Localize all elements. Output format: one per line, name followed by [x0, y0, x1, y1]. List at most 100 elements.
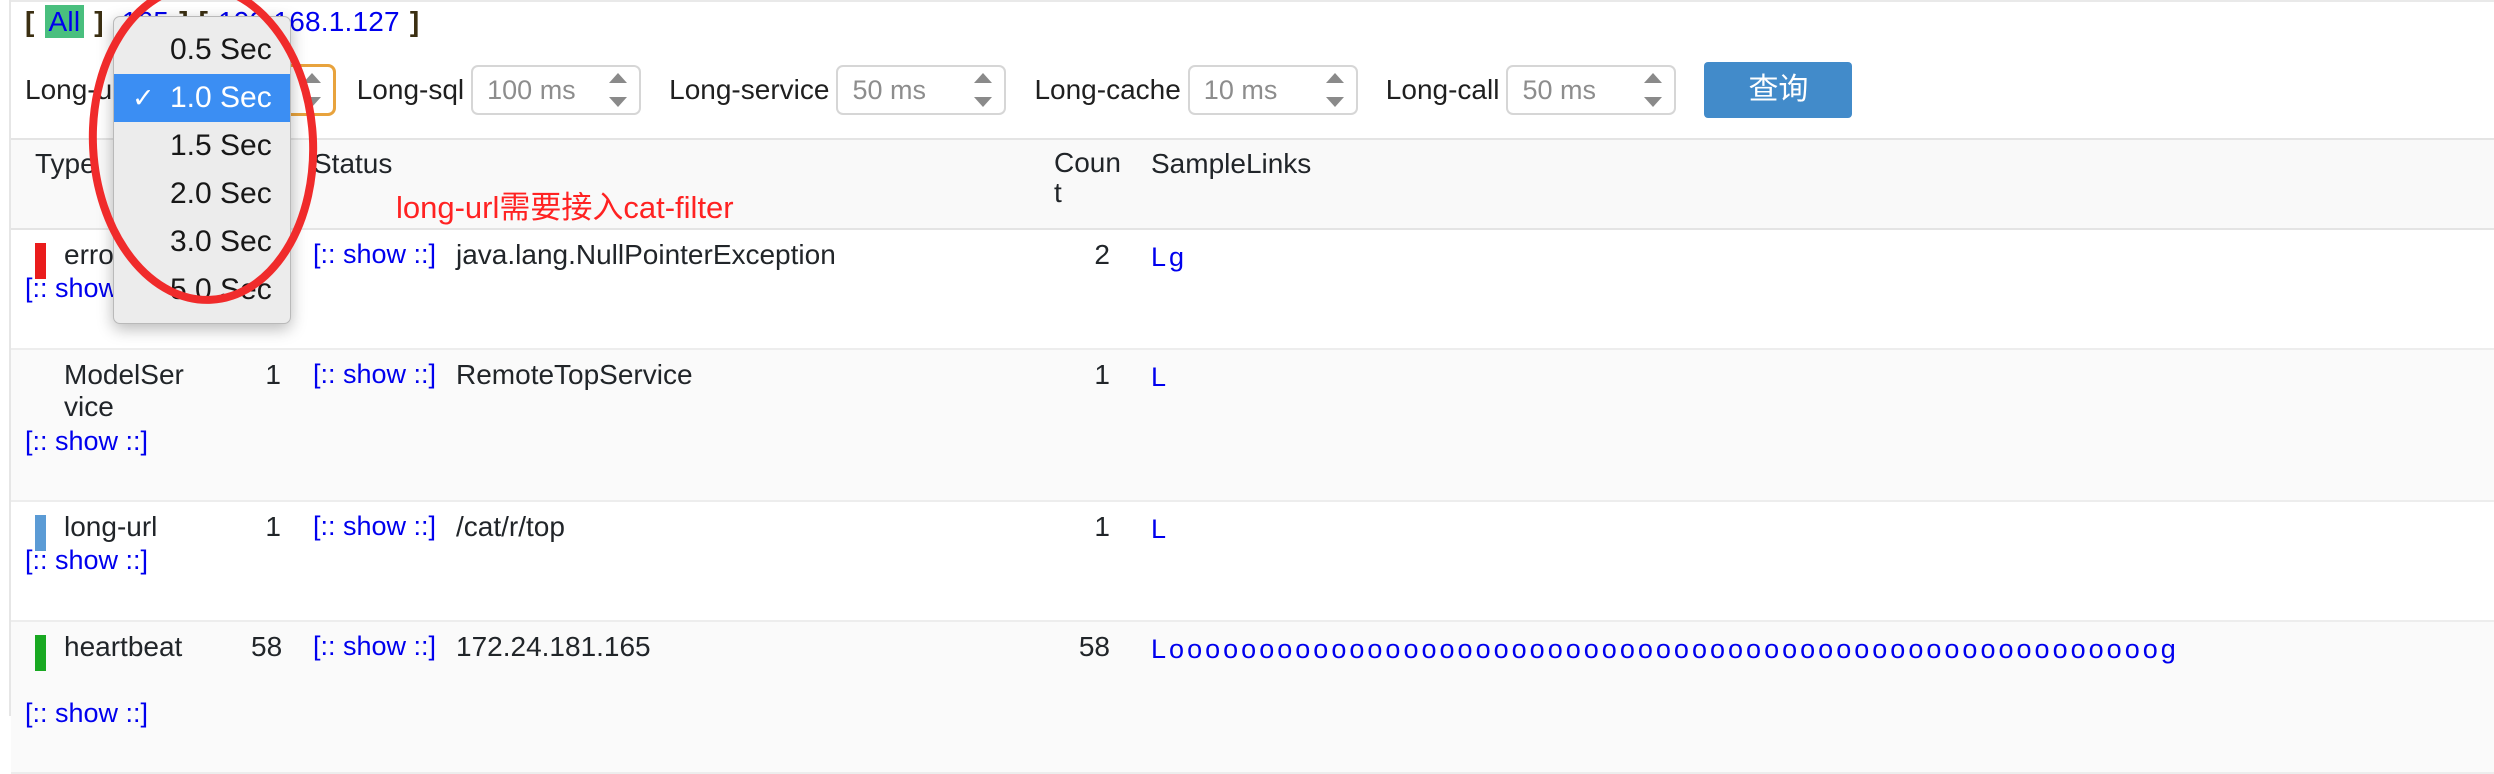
long-sql-spinner-icon[interactable] — [609, 73, 628, 107]
sample-link[interactable]: o — [1962, 634, 1977, 664]
sample-link[interactable]: o — [1512, 634, 1527, 664]
long-service-stepper[interactable]: 50 ms — [836, 65, 1007, 115]
sample-link[interactable]: o — [1223, 634, 1238, 664]
sample-link[interactable]: o — [1980, 634, 1995, 664]
sample-link[interactable]: o — [1566, 634, 1581, 664]
long-cache-stepper[interactable]: 10 ms — [1187, 65, 1358, 115]
long-cache-spinner-icon[interactable] — [1325, 73, 1344, 107]
sample-link[interactable]: o — [1313, 634, 1328, 664]
sample-link[interactable]: o — [2071, 634, 2086, 664]
sample-link[interactable]: o — [1998, 634, 2013, 664]
sample-link[interactable]: o — [1746, 634, 1761, 664]
sample-link[interactable]: o — [1800, 634, 1815, 664]
sample-link[interactable]: o — [1854, 634, 1869, 664]
dropdown-option-1[interactable]: 1.0 Sec — [114, 74, 290, 122]
app-root: [All].165][192.168.1.127] Long-url 1.0 S… — [0, 0, 2494, 774]
sample-link[interactable]: o — [1331, 634, 1346, 664]
long-service-spinner-icon[interactable] — [974, 73, 993, 107]
sample-link[interactable]: o — [2017, 634, 2032, 664]
sample-link[interactable]: o — [1494, 634, 1509, 664]
long-url-spinner-icon[interactable] — [302, 73, 321, 107]
long-sql-stepper[interactable]: 100 ms — [471, 65, 642, 115]
table-row[interactable]: heartbeat 58 [:: show ::] [:: show ::] 172.2… — [11, 622, 2494, 774]
sample-link[interactable]: g — [1169, 242, 1184, 272]
long-call-stepper[interactable]: 50 ms — [1506, 65, 1677, 115]
sample-link[interactable]: o — [2107, 634, 2122, 664]
header-status[interactable]: Status — [313, 148, 392, 180]
show-detail-link[interactable]: [:: show ::] — [313, 511, 436, 542]
sample-link[interactable]: o — [1818, 634, 1833, 664]
sample-link[interactable]: o — [2035, 634, 2050, 664]
sample-link[interactable]: L — [1151, 514, 1166, 544]
sample-link[interactable]: o — [1944, 634, 1959, 664]
type-cell: heartbeat 58 [:: show ::] — [11, 622, 305, 772]
sample-link[interactable]: o — [1872, 634, 1887, 664]
sample-link[interactable]: o — [1602, 634, 1617, 664]
dropdown-option-4[interactable]: 3.0 Sec — [114, 218, 290, 266]
sample-link[interactable]: o — [1764, 634, 1779, 664]
sample-link[interactable]: o — [2089, 634, 2104, 664]
show-detail-link-below[interactable]: [:: show ::] — [25, 426, 148, 457]
sample-link[interactable]: o — [1926, 634, 1941, 664]
dropdown-option-3[interactable]: 2.0 Sec — [114, 170, 290, 218]
sample-link[interactable]: o — [1548, 634, 1563, 664]
long-sql-label: Long-sql — [356, 74, 465, 105]
show-detail-link-below[interactable]: [:: show ::] — [25, 698, 148, 729]
sample-link[interactable]: o — [1656, 634, 1671, 664]
table-row[interactable]: long-url 1 [:: show ::] [:: show ::]/cat/r/… — [11, 502, 2494, 622]
show-detail-link[interactable]: [:: show ::] — [313, 359, 436, 390]
sample-link[interactable]: o — [1638, 634, 1653, 664]
sample-link[interactable]: o — [1584, 634, 1599, 664]
sample-link[interactable]: o — [2143, 634, 2158, 664]
sample-link[interactable]: o — [1458, 634, 1473, 664]
dropdown-option-5[interactable]: 5.0 Sec — [114, 266, 290, 314]
host-filter-all[interactable]: All — [44, 5, 85, 38]
sample-link[interactable]: o — [1620, 634, 1635, 664]
sample-link[interactable]: o — [1782, 634, 1797, 664]
sample-link[interactable]: o — [2053, 634, 2068, 664]
sample-link[interactable]: o — [1836, 634, 1851, 664]
sample-link[interactable]: o — [1295, 634, 1310, 664]
header-type[interactable]: Type — [35, 148, 96, 180]
table-row[interactable]: ModelService 1 [:: show ::] [:: show ::] Rem… — [11, 350, 2494, 502]
table-row[interactable]: error2[:: show ::][:: show ::]java.lang.… — [11, 230, 2494, 350]
show-detail-link[interactable]: [:: show ::] — [313, 631, 436, 662]
show-detail-link[interactable]: [:: show ::] — [313, 239, 436, 270]
sample-link[interactable]: o — [1169, 634, 1184, 664]
type-name: long-url — [64, 511, 158, 542]
sample-link[interactable]: o — [1530, 634, 1545, 664]
sample-link[interactable]: o — [1367, 634, 1382, 664]
sample-link[interactable]: o — [1259, 634, 1274, 664]
long-call-spinner-icon[interactable] — [1644, 73, 1663, 107]
query-button[interactable]: 查询 — [1704, 62, 1853, 118]
sample-link[interactable]: o — [1349, 634, 1364, 664]
sample-link[interactable]: o — [1205, 634, 1220, 664]
sample-link[interactable]: o — [1241, 634, 1256, 664]
sample-link[interactable]: o — [1476, 634, 1491, 664]
sample-link[interactable]: o — [1710, 634, 1725, 664]
sample-link[interactable]: o — [1385, 634, 1400, 664]
sample-link[interactable]: L — [1151, 362, 1166, 392]
dropdown-option-2[interactable]: 1.5 Sec — [114, 122, 290, 170]
table-header: Type Status Coun t SampleLinks long-url需… — [11, 138, 2494, 230]
header-sample-links[interactable]: SampleLinks — [1151, 148, 1311, 180]
sample-link[interactable]: o — [1908, 634, 1923, 664]
sample-link[interactable]: o — [1692, 634, 1707, 664]
long-url-dropdown-menu[interactable]: 0.5 Sec1.0 Sec1.5 Sec2.0 Sec3.0 Sec5.0 S… — [113, 16, 291, 324]
sample-link[interactable]: L — [1151, 242, 1166, 272]
type-count: 58 — [251, 631, 283, 662]
sample-link[interactable]: o — [1403, 634, 1418, 664]
sample-link[interactable]: o — [1277, 634, 1292, 664]
sample-link[interactable]: o — [1440, 634, 1455, 664]
sample-link[interactable]: o — [1421, 634, 1436, 664]
sample-link[interactable]: o — [1890, 634, 1905, 664]
dropdown-option-0[interactable]: 0.5 Sec — [114, 26, 290, 74]
show-detail-link-below[interactable]: [:: show ::] — [25, 545, 148, 576]
sample-link[interactable]: o — [2125, 634, 2140, 664]
sample-link[interactable]: o — [1728, 634, 1743, 664]
sample-link[interactable]: o — [1674, 634, 1689, 664]
sample-link[interactable]: g — [2161, 634, 2176, 664]
header-count[interactable]: Coun t — [1054, 147, 1121, 208]
sample-link[interactable]: L — [1151, 634, 1166, 664]
sample-link[interactable]: o — [1187, 634, 1202, 664]
